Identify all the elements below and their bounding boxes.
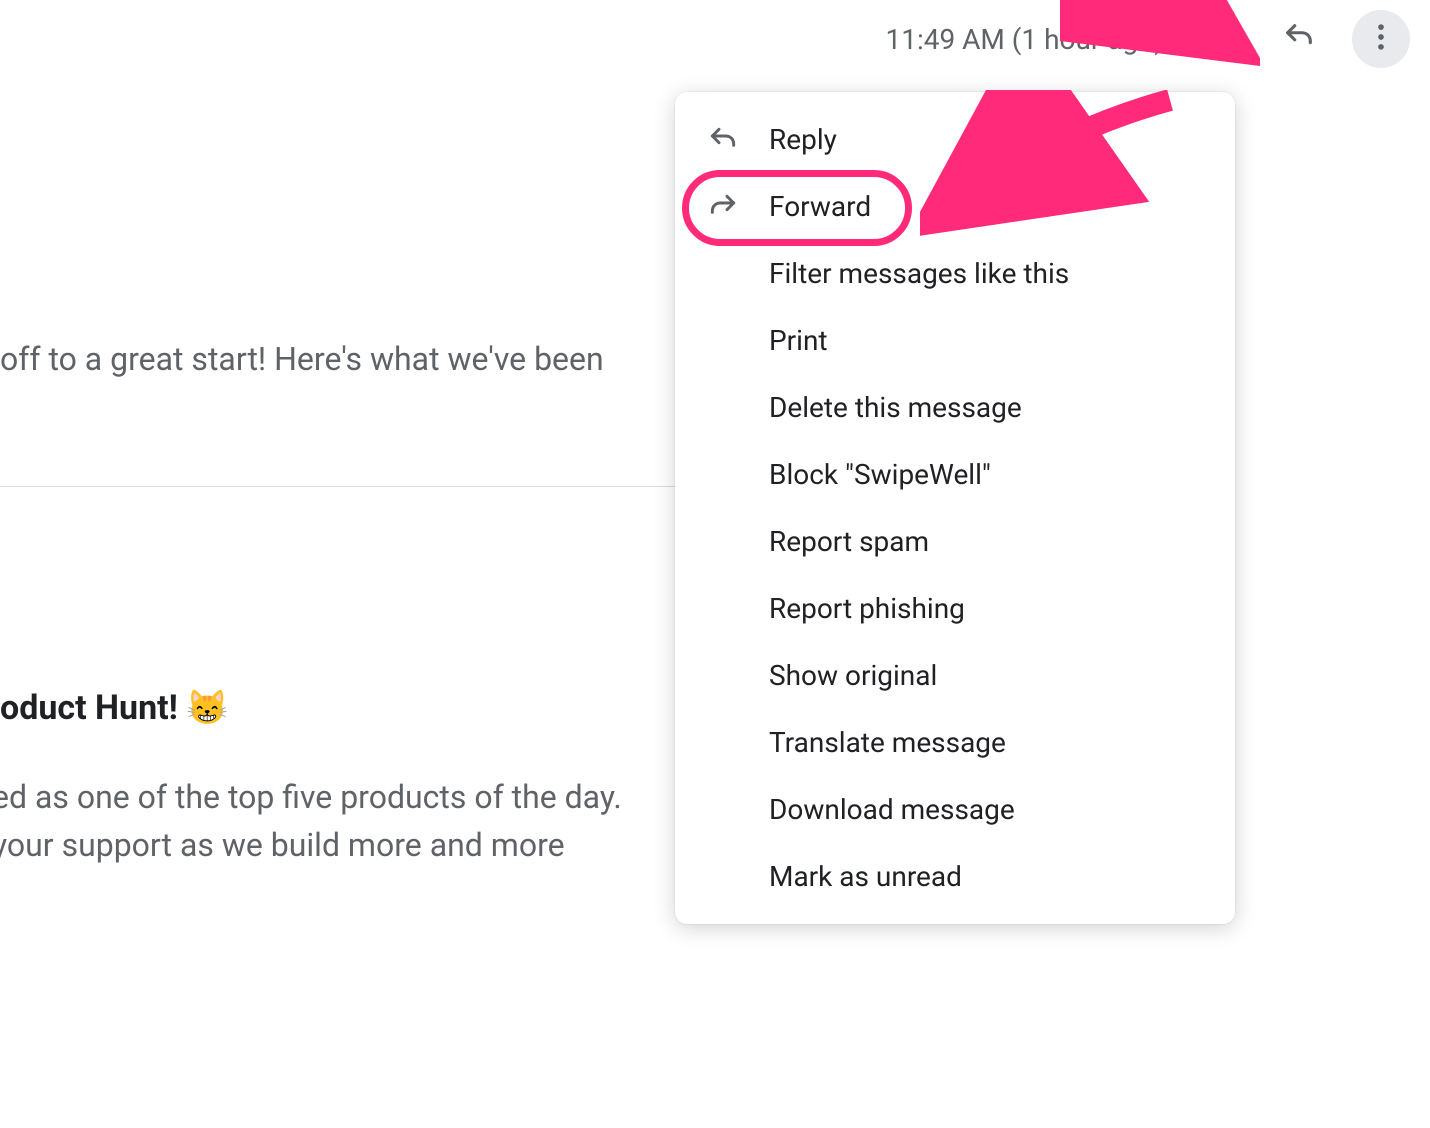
menu-item-label: Report spam — [769, 525, 929, 558]
message-options-menu: Reply Forward Filter messages like this … — [675, 92, 1235, 924]
menu-item-block[interactable]: Block "SwipeWell" — [675, 441, 1235, 508]
reply-button[interactable] — [1270, 10, 1328, 68]
menu-item-label: Print — [769, 324, 828, 357]
menu-item-label: Mark as unread — [769, 860, 962, 893]
menu-item-mark-unread[interactable]: Mark as unread — [675, 843, 1235, 910]
menu-item-filter[interactable]: Filter messages like this — [675, 240, 1235, 307]
menu-item-label: Show original — [769, 659, 937, 692]
menu-item-delete[interactable]: Delete this message — [675, 374, 1235, 441]
message-header-actions: 11:49 AM (1 hour ago) — [885, 10, 1410, 68]
more-options-button[interactable] — [1352, 10, 1410, 68]
email-heading: oduct Hunt! 😸 — [0, 684, 229, 733]
menu-item-label: Translate message — [769, 726, 1006, 759]
menu-item-label: Filter messages like this — [769, 257, 1069, 290]
kebab-menu-icon — [1364, 20, 1398, 58]
message-timestamp: 11:49 AM (1 hour ago) — [885, 23, 1164, 56]
email-body-line: off to a great start! Here's what we've … — [0, 336, 604, 382]
menu-item-report-spam[interactable]: Report spam — [675, 508, 1235, 575]
star-outline-icon — [1200, 20, 1234, 58]
reply-arrow-icon — [1282, 20, 1316, 58]
email-body-line: your support as we build more and more — [0, 822, 565, 868]
menu-item-download[interactable]: Download message — [675, 776, 1235, 843]
menu-item-label: Block "SwipeWell" — [769, 458, 991, 491]
reply-arrow-icon — [705, 122, 741, 158]
menu-item-forward[interactable]: Forward — [675, 173, 1235, 240]
section-divider — [0, 486, 700, 487]
menu-item-print[interactable]: Print — [675, 307, 1235, 374]
menu-item-label: Download message — [769, 793, 1015, 826]
star-button[interactable] — [1188, 10, 1246, 68]
menu-item-report-phishing[interactable]: Report phishing — [675, 575, 1235, 642]
menu-item-translate[interactable]: Translate message — [675, 709, 1235, 776]
menu-item-reply[interactable]: Reply — [675, 106, 1235, 173]
menu-item-label: Delete this message — [769, 391, 1022, 424]
menu-item-label: Report phishing — [769, 592, 965, 625]
forward-arrow-icon — [705, 189, 741, 225]
menu-item-label: Reply — [769, 123, 837, 156]
menu-item-label: Forward — [769, 190, 871, 223]
menu-item-show-original[interactable]: Show original — [675, 642, 1235, 709]
email-body-line: ed as one of the top five products of th… — [0, 774, 622, 820]
